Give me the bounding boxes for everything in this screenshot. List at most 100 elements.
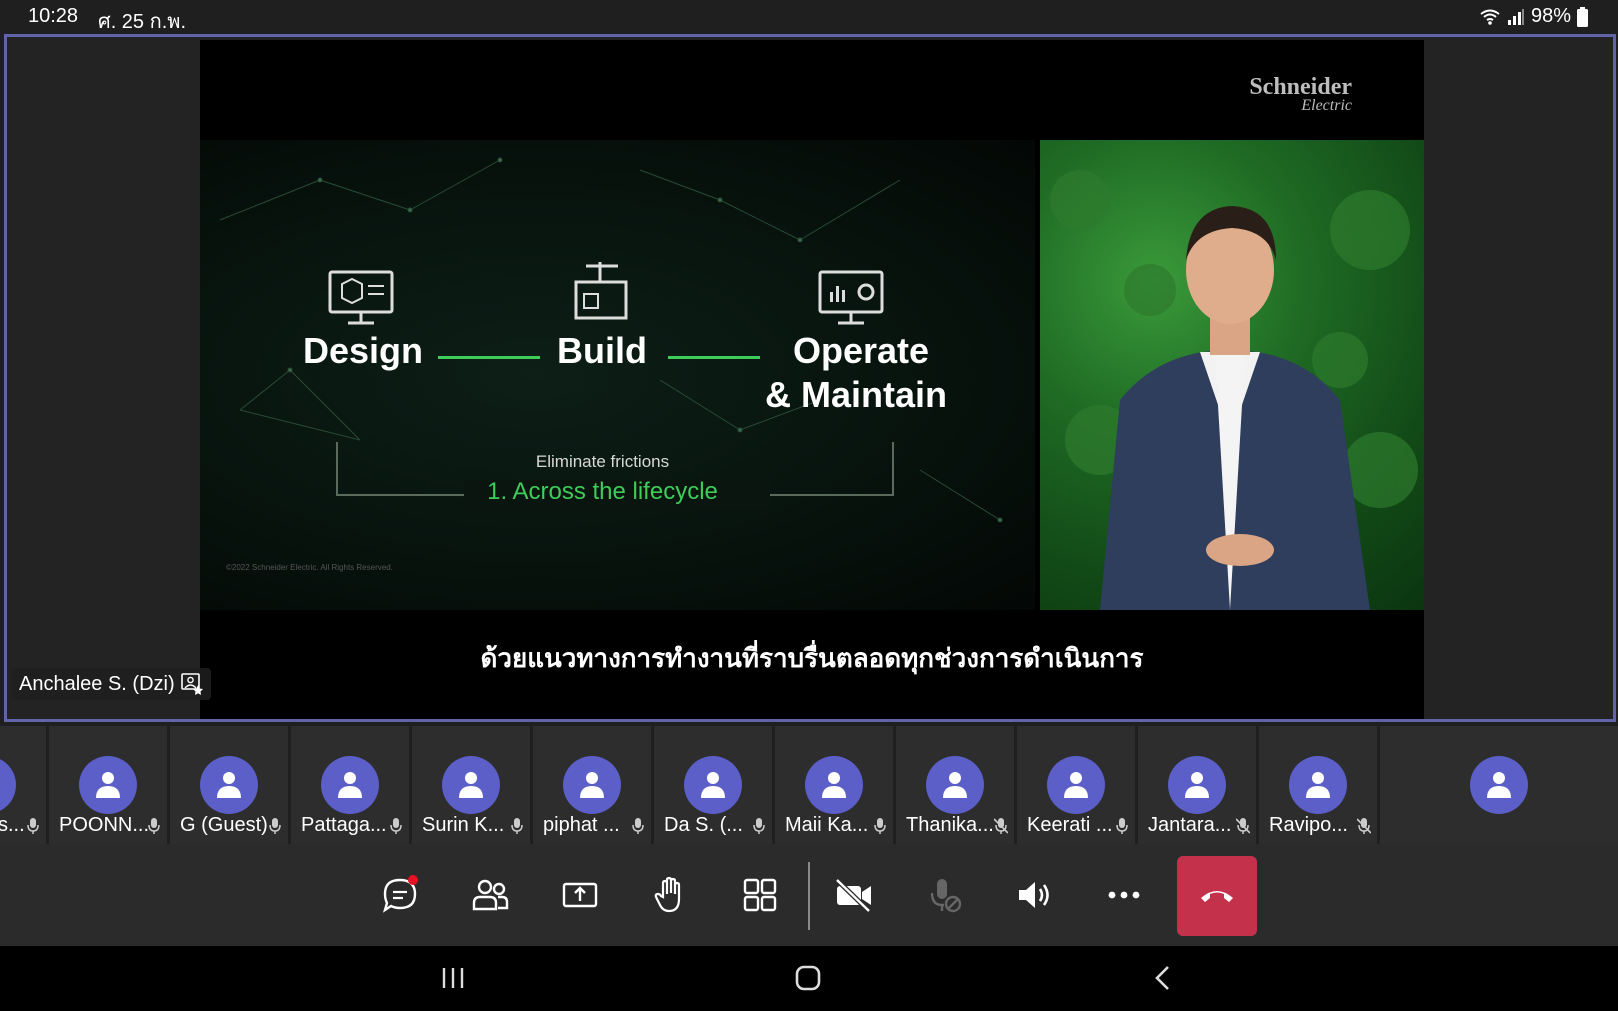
controls-divider <box>808 862 810 930</box>
mic-icon <box>753 818 765 834</box>
speaker-video <box>1040 140 1424 610</box>
people-button[interactable] <box>450 844 530 946</box>
participant-name: Maii Ka... <box>785 814 869 836</box>
participant-tile[interactable]: piphat ... <box>533 726 651 844</box>
slide-highlight: 1. Across the lifecycle <box>487 478 718 505</box>
person-icon <box>943 772 967 798</box>
back-button[interactable] <box>1138 958 1188 998</box>
participant-tile[interactable]: POONN... <box>49 726 167 844</box>
participant-tile[interactable]: Jantara... <box>1138 726 1256 844</box>
camera-button[interactable] <box>814 844 894 946</box>
participant-name: POONN... <box>59 814 150 836</box>
participant-name: G (Guest) <box>180 814 268 836</box>
avatar <box>200 756 258 814</box>
mic-icon <box>269 818 281 834</box>
live-caption: ด้วยแนวทางการทำงานที่ราบรื่นตลอดทุกช่วงก… <box>480 643 1144 673</box>
participant-tile[interactable]: Ravipo... <box>1259 726 1377 844</box>
participant-tile[interactable]: Thanika... <box>896 726 1014 844</box>
design-icon <box>328 270 394 325</box>
avatar <box>442 756 500 814</box>
status-date: ศ. 25 ก.พ. <box>98 11 187 33</box>
participant-name: Thanika... <box>906 814 994 836</box>
home-icon <box>795 965 821 991</box>
mic-icon <box>874 818 886 834</box>
avatar <box>1289 756 1347 814</box>
step-design: Design <box>302 330 424 371</box>
participant-tile[interactable]: s... <box>0 726 46 844</box>
presenter-icon <box>180 673 203 695</box>
home-button[interactable] <box>783 958 833 998</box>
person-icon <box>580 772 604 798</box>
avatar <box>79 756 137 814</box>
participant-tile[interactable]: Maii Ka... <box>775 726 893 844</box>
build-icon <box>574 262 628 320</box>
hangup-icon <box>1201 891 1233 902</box>
mic-icon <box>511 818 523 834</box>
mic-muted-icon <box>1357 818 1371 834</box>
main-stage[interactable]: Schneider Electric Design Build Operate … <box>4 34 1616 722</box>
more-button[interactable] <box>1084 844 1164 946</box>
mic-muted-icon <box>1236 818 1250 834</box>
share-button[interactable] <box>540 844 620 946</box>
speaker-button[interactable] <box>994 844 1074 946</box>
call-controls <box>0 844 1618 946</box>
schneider-logo: Schneider Electric <box>1249 74 1352 114</box>
self-video-tile[interactable] <box>1380 726 1618 844</box>
person-icon <box>1306 772 1330 798</box>
battery-icon <box>1577 6 1588 27</box>
chat-icon <box>382 875 418 913</box>
mic-icon <box>390 818 402 834</box>
stage-participant-label: Anchalee S. (Dzi) <box>11 668 211 700</box>
step-maintain: & Maintain <box>764 374 947 415</box>
step-build: Build <box>557 330 647 371</box>
connector-line <box>438 356 540 359</box>
share-icon <box>562 882 598 908</box>
person-icon <box>1487 772 1511 798</box>
back-icon <box>1155 966 1169 990</box>
person-icon <box>1064 772 1088 798</box>
participant-name: Keerati ... <box>1027 814 1113 836</box>
recents-icon <box>442 968 464 988</box>
mic-disabled-icon <box>930 879 962 913</box>
avatar <box>1168 756 1226 814</box>
mic-icon <box>632 818 644 834</box>
signal-icon <box>1507 8 1524 25</box>
mic-button[interactable] <box>904 844 984 946</box>
participant-tile[interactable]: Da S. (... <box>654 726 772 844</box>
raise-hand-icon <box>654 876 681 913</box>
battery-percent: 98% <box>1530 5 1571 27</box>
hangup-button[interactable] <box>1177 856 1257 936</box>
view-icon <box>743 878 777 912</box>
raise-hand-button[interactable] <box>630 844 710 946</box>
participant-tile[interactable]: G (Guest) <box>170 726 288 844</box>
wifi-icon <box>1480 9 1500 25</box>
people-icon <box>472 879 509 911</box>
avatar <box>321 756 379 814</box>
participant-tile[interactable]: Keerati ... <box>1017 726 1135 844</box>
person-icon <box>459 772 483 798</box>
slide-subtitle: Eliminate frictions <box>535 452 670 471</box>
recents-button[interactable] <box>428 958 478 998</box>
speaker-icon <box>1019 882 1049 908</box>
stage-participant-name: Anchalee S. (Dzi) <box>19 672 175 695</box>
mic-muted-icon <box>994 818 1008 834</box>
view-button[interactable] <box>720 844 800 946</box>
person-icon <box>96 772 120 798</box>
participant-strip[interactable]: s... POONN... G (Guest) Pattaga... Surin… <box>0 724 1618 844</box>
participant-name: Surin K... <box>422 814 505 836</box>
chat-button[interactable] <box>360 844 440 946</box>
person-icon <box>1185 772 1209 798</box>
shared-video: Schneider Electric Design Build Operate … <box>200 40 1424 719</box>
participant-name: piphat ... <box>543 814 620 836</box>
self-avatar <box>1470 756 1528 814</box>
mic-icon <box>148 818 160 834</box>
participant-tile[interactable]: Pattaga... <box>291 726 409 844</box>
camera-off-icon <box>835 878 871 913</box>
more-icon <box>1108 891 1140 899</box>
status-time: 10:28 <box>28 5 79 27</box>
participant-tile[interactable]: Surin K... <box>412 726 530 844</box>
step-operate: Operate <box>792 330 930 371</box>
person-icon <box>701 772 725 798</box>
avatar <box>1047 756 1105 814</box>
mic-icon <box>27 818 39 834</box>
